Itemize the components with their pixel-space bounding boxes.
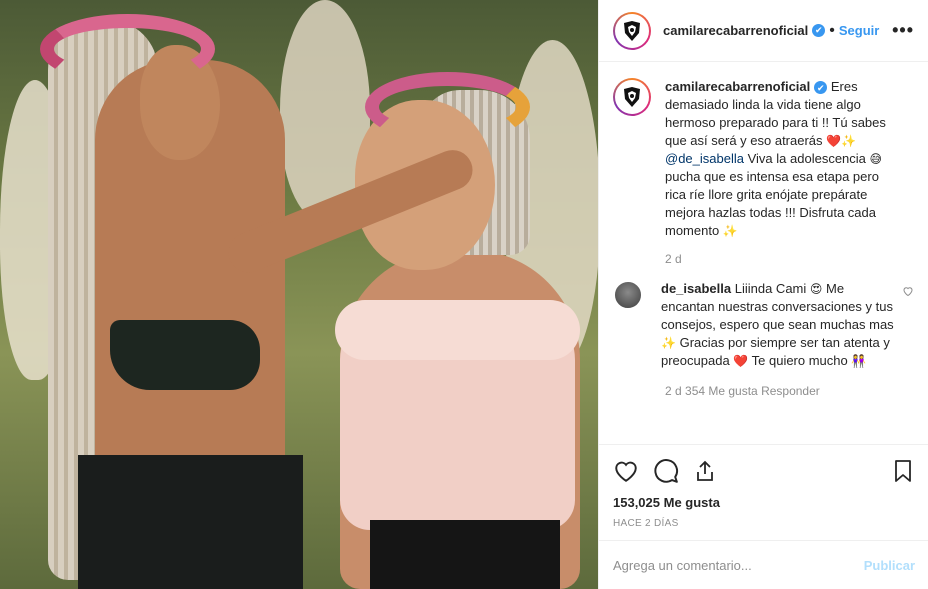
post-actions: 153,025 Me gusta HACE 2 DÍAS <box>599 444 928 529</box>
flower-crown-right <box>365 72 530 142</box>
sweat-smile-emoji: 😅 <box>869 152 883 166</box>
sparkles-emoji: ✨ <box>722 224 738 238</box>
profile-avatar[interactable] <box>613 11 651 50</box>
verified-badge-icon: ✔ <box>812 24 826 37</box>
follow-button[interactable]: Seguir <box>839 23 879 38</box>
bookmark-icon[interactable] <box>891 459 915 483</box>
comment-item: de_isabella Liiinda Cami 😍 Me encantan n… <box>613 280 914 370</box>
caption-time[interactable]: 2 d <box>665 252 914 266</box>
ruffle-sleeves <box>335 300 580 360</box>
post-timestamp: HACE 2 DÍAS <box>613 518 679 529</box>
red-heart-emoji: ❤️ <box>733 354 749 368</box>
add-comment-bar: Publicar <box>599 540 928 589</box>
comment-username[interactable]: de_isabella <box>661 281 731 296</box>
heart-eyes-emoji: 😍 <box>809 282 823 296</box>
post-panel: camilarecabarrenoficial ✔ • Seguir ••• c… <box>598 0 928 589</box>
separator: • <box>829 21 835 39</box>
bikini-top <box>110 320 260 390</box>
comment-text: de_isabella Liiinda Cami 😍 Me encantan n… <box>661 280 897 370</box>
post-photo[interactable] <box>0 0 598 589</box>
heart-sparkle-emoji: ❤️✨ <box>826 134 857 148</box>
crest-icon <box>624 20 640 41</box>
flower-crown-left <box>40 14 215 84</box>
caption-text-part: Viva la adolescencia <box>747 151 866 166</box>
post-header: camilarecabarrenoficial ✔ • Seguir ••• <box>599 0 928 62</box>
comment-icon[interactable] <box>653 458 679 484</box>
crest-icon <box>624 87 640 107</box>
likes-count[interactable]: 153,025 Me gusta <box>613 495 915 510</box>
profile-username[interactable]: camilarecabarrenoficial <box>663 23 808 38</box>
heart-icon[interactable] <box>613 458 639 484</box>
sparkles-emoji: ✨ <box>661 336 676 350</box>
more-options-icon[interactable]: ••• <box>892 20 914 41</box>
heart-small-icon[interactable] <box>902 284 914 302</box>
commenter-avatar[interactable] <box>613 280 643 310</box>
caption-text-part: pucha que es intensa esa etapa pero rica… <box>665 169 879 238</box>
share-icon[interactable] <box>693 459 717 483</box>
mention-link[interactable]: @de_isabella <box>665 151 744 166</box>
two-women-emoji: 👭 <box>851 354 867 368</box>
caption-text: camilarecabarrenoficial ✔ Eres demasiado … <box>665 78 903 240</box>
comments-list[interactable]: camilarecabarrenoficial ✔ Eres demasiado … <box>599 62 928 444</box>
floral-skirt <box>78 455 303 589</box>
caption-avatar[interactable] <box>613 78 651 116</box>
comment-input[interactable] <box>613 557 864 573</box>
comment-meta: 2 d 354 Me gusta Responder <box>665 384 820 398</box>
caption-username[interactable]: camilarecabarrenoficial <box>665 79 810 94</box>
black-skirt <box>370 520 560 589</box>
publish-button[interactable]: Publicar <box>864 558 915 573</box>
verified-badge-icon: ✔ <box>814 81 828 95</box>
comment-text-part: Liiinda Cami <box>734 281 807 296</box>
comment-text-part: Te quiero mucho <box>751 353 848 368</box>
caption: camilarecabarrenoficial ✔ Eres demasiado … <box>613 78 914 240</box>
